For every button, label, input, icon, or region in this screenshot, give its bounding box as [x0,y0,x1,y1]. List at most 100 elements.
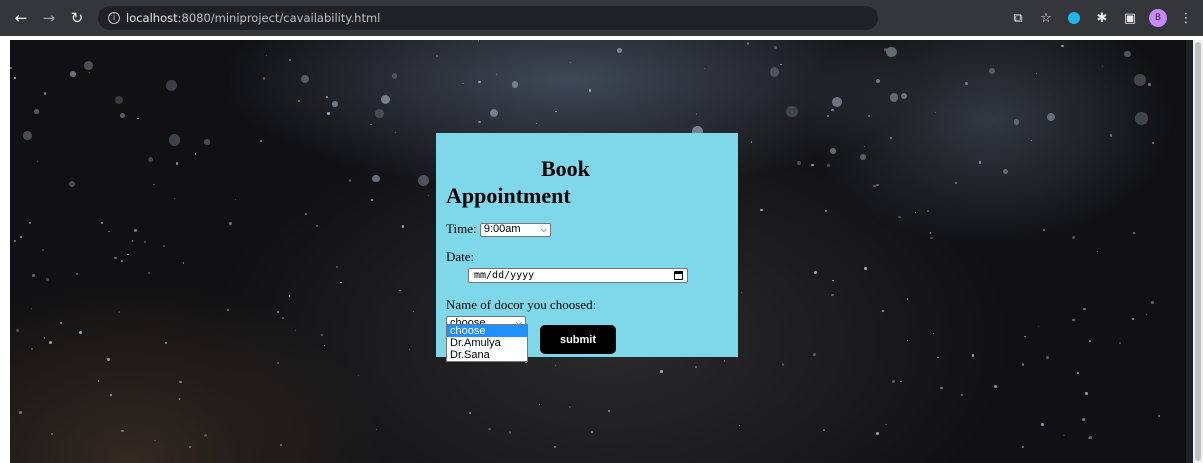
bokeh-dot [741,292,743,294]
bokeh-dot [478,120,481,124]
site-info-icon[interactable]: i [108,12,120,24]
address-bar[interactable]: i localhost:8080/miniproject/cavailabili… [98,6,878,30]
bokeh-dot [117,310,120,313]
bokeh-dot [906,298,909,300]
bokeh-dot [1089,339,1091,342]
bokeh-dot [417,175,429,187]
bokeh-dot [1038,325,1040,327]
bokeh-dot [109,394,112,397]
time-select-value: 9:00am [483,223,521,235]
forward-icon[interactable]: → [38,7,60,29]
bokeh-dot [43,92,47,95]
bokeh-dot [1152,142,1154,144]
bokeh-dot [394,131,397,133]
share-icon[interactable]: ⧉ [1009,9,1027,27]
bokeh-dot [927,209,930,212]
bokeh-dot [41,249,44,251]
bokeh-dot [538,403,541,406]
doctor-dropdown-list: choose Dr.Amulya Dr.Sana [446,324,528,362]
bokeh-dot [876,183,879,187]
bokeh-dot [276,310,280,314]
dropdown-option[interactable]: Dr.Sana [447,349,527,361]
bokeh-dot [300,74,310,84]
bokeh-dot [332,101,339,107]
bokeh-dot [1014,119,1020,125]
bokeh-dot [1151,301,1154,305]
extension-dot-icon[interactable] [1065,9,1083,27]
bokeh-dot [19,235,22,238]
bokeh-dot [1076,371,1080,375]
bokeh-dot [60,321,63,324]
bokeh-dot [375,109,384,118]
bokeh-dot [31,308,33,310]
bokeh-dot [1021,446,1024,449]
bokeh-dot [1041,423,1044,427]
bokeh-dot [813,353,816,356]
bokeh-dot [937,356,940,359]
bokeh-dot [234,199,236,201]
bokeh-dot [864,145,866,148]
reload-icon[interactable]: ↻ [66,7,88,29]
bokeh-dot [864,266,867,270]
bokeh-dot [797,161,802,166]
bokeh-dot [176,162,179,165]
bokeh-dot [823,428,825,431]
bokeh-dot [148,271,151,275]
scrollbar-thumb[interactable] [1195,42,1201,461]
bokeh-dot [1035,72,1038,75]
bokeh-dot [1002,168,1009,175]
bokeh-dot [555,364,557,366]
dropdown-option[interactable]: Dr.Amulya [447,337,527,349]
date-input[interactable]: mm/dd/yyyy [468,267,688,283]
bokeh-dot [703,68,706,70]
bokeh-dot [825,210,828,213]
bokeh-dot [323,344,325,346]
dropdown-option[interactable]: choose [447,325,527,337]
bookmark-star-icon[interactable]: ☆ [1037,9,1055,27]
bokeh-dot [723,360,726,362]
bokeh-dot [489,108,499,118]
back-icon[interactable]: ← [10,7,32,29]
side-panel-icon[interactable]: ▣ [1121,9,1139,27]
bokeh-dot [831,109,834,112]
bokeh-dot [1072,318,1075,322]
bokeh-dot [174,197,176,199]
bokeh-dot [900,92,907,99]
bokeh-dot [934,111,937,114]
bokeh-dot [811,163,815,167]
bokeh-dot [774,46,778,50]
bokeh-dot [1021,363,1025,366]
bokeh-dot [43,337,46,339]
bokeh-dot [14,239,17,242]
bokeh-dot [978,161,982,164]
bokeh-dot [289,59,292,62]
bokeh-dot [15,329,19,333]
time-select[interactable]: 9:00am ⌵ [479,222,551,237]
bokeh-dot [153,183,155,186]
bokeh-dot [933,333,935,335]
chevron-down-icon: ⌵ [540,225,547,234]
bokeh-dot [889,93,899,102]
bokeh-dot [883,48,887,51]
extensions-puzzle-icon[interactable]: ✱ [1093,9,1111,27]
bokeh-dot [890,136,893,139]
bokeh-dot [1133,74,1146,87]
bokeh-dot [358,374,360,376]
bokeh-dot [305,213,308,216]
bokeh-dot [750,140,753,143]
date-placeholder: mm/dd/yyyy [474,269,535,281]
bokeh-dot [76,273,78,275]
bokeh-dot [163,244,166,247]
bokeh-dot [276,362,279,365]
bokeh-dot [380,95,391,105]
bokeh-dot [376,429,378,431]
vertical-scrollbar[interactable] [1193,40,1203,463]
bokeh-dot [907,339,909,341]
menu-kebab-icon[interactable]: ⋮ [1177,9,1195,27]
calendar-icon[interactable] [674,270,683,280]
bokeh-dot [914,211,917,214]
bokeh-dot [885,423,887,426]
bokeh-dot [335,265,339,268]
profile-avatar[interactable]: B [1149,9,1167,27]
submit-button[interactable]: submit [540,325,616,354]
